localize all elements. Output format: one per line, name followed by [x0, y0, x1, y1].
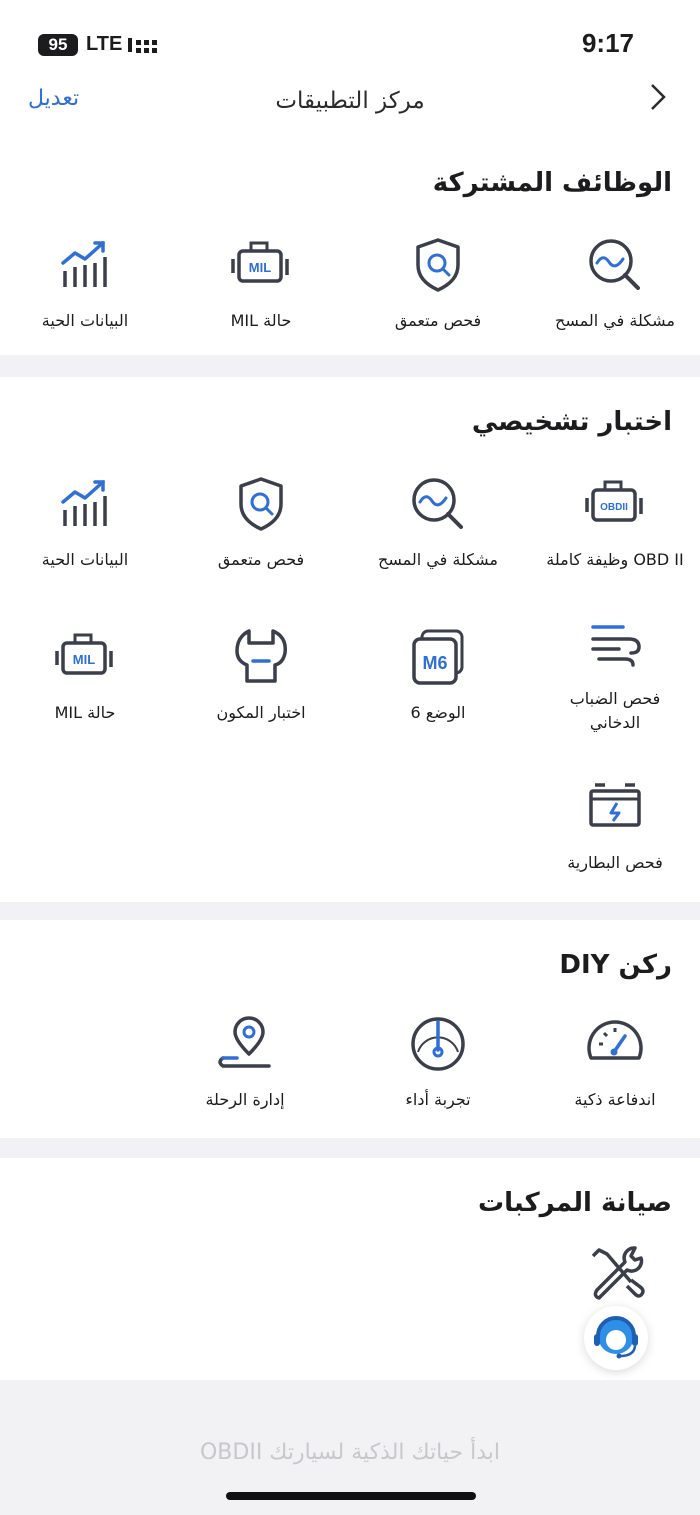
engine-mil-icon: MIL: [231, 241, 289, 283]
tile-label: فحص الضباب الدخاني: [569, 689, 661, 732]
section-title: الوظائف المشتركة: [432, 168, 672, 198]
status-bar: 95 LTE 9:17: [0, 0, 700, 90]
section-diagnostic: اختبار تشخيصي OBDII OBD II وظيفة كاملة م…: [0, 377, 700, 902]
svg-text:MIL: MIL: [73, 652, 95, 667]
section-title: ركن DIY: [559, 950, 672, 980]
gauge-icon: [411, 1017, 465, 1071]
tile-battery-test[interactable]: فحص البطارية: [530, 777, 700, 875]
wrench-component-icon: [235, 629, 287, 683]
tile-mil-status[interactable]: MIL حالة MIL: [176, 235, 346, 333]
tile-label: تجربة أداء: [405, 1090, 471, 1109]
live-data-chart-icon: [61, 480, 107, 526]
support-chat-button[interactable]: [584, 1306, 648, 1370]
scan-problem-icon: [412, 478, 463, 529]
tile-label: فحص البطارية: [567, 853, 663, 872]
network-type: LTE: [86, 33, 123, 55]
tile-scan-problem[interactable]: مشكلة في المسح: [353, 474, 523, 572]
live-data-chart-icon: [61, 241, 107, 287]
tools-wrench-screwdriver-icon: [591, 1246, 645, 1300]
tile-label: حالة MIL: [54, 703, 116, 722]
tile-label: OBD II وظيفة كاملة: [546, 550, 684, 569]
tile-label: الوضع 6: [410, 703, 466, 722]
clock: 9:17: [581, 28, 634, 58]
tile-deep-scan[interactable]: فحص متعمق: [353, 235, 523, 333]
battery-icon: [589, 783, 641, 827]
tile-smoke-test[interactable]: فحص الضباب الدخاني: [530, 613, 700, 735]
tile-trip-management[interactable]: إدارة الرحلة: [160, 1014, 330, 1112]
tile-performance-test[interactable]: تجربة أداء: [353, 1014, 523, 1112]
section-divider: [0, 355, 700, 377]
tile-component-test[interactable]: اختبار المكون: [176, 627, 346, 725]
tile-label: اختبار المكون: [216, 703, 306, 722]
page-title: مركز التطبيقات: [275, 88, 425, 114]
tile-scan-problem[interactable]: مشكلة في المسح: [530, 235, 700, 333]
section-divider: [0, 902, 700, 920]
speedometer-icon: [587, 1020, 643, 1060]
section-title: اختبار تشخيصي: [471, 407, 672, 437]
tile-label: حالة MIL: [230, 311, 292, 330]
svg-text:M6: M6: [422, 653, 447, 673]
svg-text:MIL: MIL: [249, 260, 271, 275]
battery-indicator: 95: [38, 34, 78, 56]
mode6-icon: M6: [412, 629, 464, 685]
tile-obd-full[interactable]: OBDII OBD II وظيفة كاملة: [530, 474, 700, 572]
section-diy: ركن DIY اندفاعة ذكية تجربة أداء إدارة ال…: [0, 920, 700, 1138]
tile-label: إدارة الرحلة: [205, 1090, 285, 1109]
footer-tagline: ابدأ حياتك الذكية لسيارتك OBDII: [199, 1440, 501, 1465]
tile-mode-6[interactable]: M6 الوضع 6: [353, 627, 523, 725]
tile-live-data[interactable]: البيانات الحية: [0, 474, 170, 572]
tile-live-data[interactable]: البيانات الحية: [0, 235, 170, 333]
back-chevron-icon[interactable]: [648, 82, 668, 112]
tile-label: البيانات الحية: [41, 311, 129, 330]
svg-text:OBDII: OBDII: [600, 502, 628, 513]
signal-icon: [128, 38, 157, 53]
tile-label: مشكلة في المسح: [555, 311, 675, 330]
section-title: صيانة المركبات: [478, 1188, 672, 1218]
shield-search-icon: [416, 238, 460, 292]
tile-label: اندفاعة ذكية: [574, 1090, 656, 1109]
tile-label: فحص متعمق: [394, 311, 482, 330]
tile-label: مشكلة في المسح: [378, 550, 498, 569]
engine-obd-icon: OBDII: [585, 480, 643, 522]
scan-problem-icon: [589, 239, 640, 290]
section-shared-functions: الوظائف المشتركة مشكلة في المسح فحص متعم…: [0, 140, 700, 355]
section-divider: [0, 1138, 700, 1158]
tile-smart-dash[interactable]: اندفاعة ذكية: [530, 1014, 700, 1112]
headset-agent-icon: [594, 1316, 638, 1359]
tile-deep-scan[interactable]: فحص متعمق: [176, 474, 346, 572]
engine-mil-icon: MIL: [55, 633, 113, 675]
shield-search-icon: [239, 477, 283, 531]
home-indicator[interactable]: [226, 1492, 476, 1500]
tile-label: البيانات الحية: [41, 550, 129, 569]
location-pin-icon: [218, 1016, 271, 1068]
tile-mil-status[interactable]: MIL حالة MIL: [0, 627, 170, 725]
tile-label: فحص متعمق: [217, 550, 305, 569]
smoke-wind-icon: [591, 625, 641, 667]
